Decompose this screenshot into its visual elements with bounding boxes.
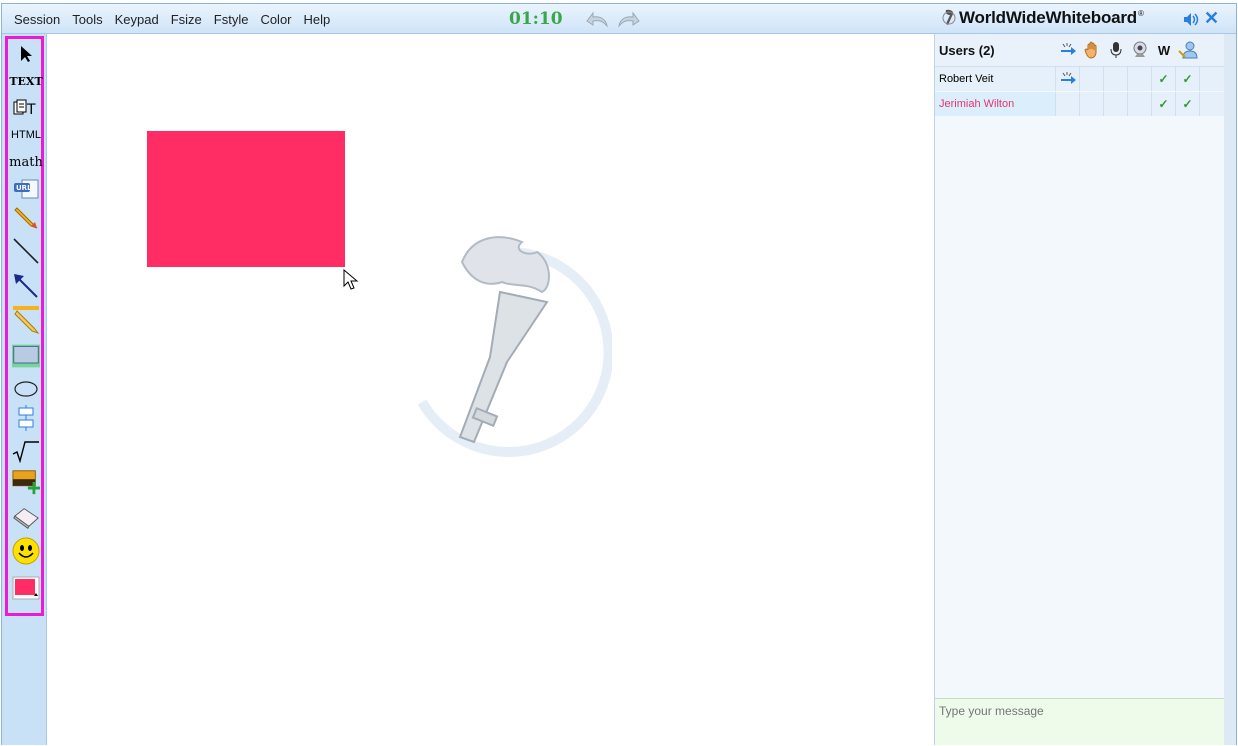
paste-text-tool[interactable]: T <box>12 95 40 121</box>
col-raise-hand <box>1080 34 1104 66</box>
highlighter-icon <box>13 306 40 335</box>
user-whiteboard-cell[interactable]: ✓ <box>1152 92 1176 116</box>
color-swatch-icon <box>12 576 40 600</box>
tool-palette: TEXT T HTML math URL <box>5 36 44 616</box>
chat-box <box>934 698 1224 746</box>
users-header: Users (2) W <box>935 34 1224 67</box>
eraser-icon <box>13 508 39 529</box>
user-hand-cell <box>1080 67 1104 91</box>
user-webcam-cell <box>1128 67 1152 91</box>
align-icon <box>18 405 34 431</box>
user-whiteboard-cell[interactable]: ✓ <box>1152 67 1176 91</box>
add-image-icon <box>12 470 40 495</box>
user-mic-cell <box>1104 92 1128 116</box>
menu-color[interactable]: Color <box>254 12 297 27</box>
raised-hand-icon <box>1084 41 1097 59</box>
webcam-icon <box>1133 41 1147 57</box>
align-tool[interactable] <box>12 405 40 431</box>
arrow-pointer-icon <box>21 46 32 62</box>
user-share-icon <box>1178 41 1198 59</box>
app-window: Session Tools Keypad Fsize Fstyle Color … <box>1 3 1237 746</box>
user-mic-cell <box>1104 67 1128 91</box>
color-picker[interactable] <box>12 575 40 601</box>
user-row[interactable]: Robert Veit ✓ ✓ <box>935 67 1224 91</box>
menu-help[interactable]: Help <box>298 12 337 27</box>
menu-fstyle[interactable]: Fstyle <box>208 12 255 27</box>
menu-keypad[interactable]: Keypad <box>109 12 165 27</box>
smiley-tool[interactable] <box>12 537 40 565</box>
pencil-icon <box>14 206 38 229</box>
col-point <box>1056 34 1080 66</box>
pointing-hand-icon <box>1061 43 1076 55</box>
undo-icon[interactable] <box>584 9 610 29</box>
mouse-cursor-icon <box>343 269 359 290</box>
col-whiteboard: W <box>1157 42 1171 58</box>
text-tool-label: TEXT <box>9 74 43 88</box>
session-timer: 01:10 <box>509 9 563 29</box>
menu-session[interactable]: Session <box>2 12 66 27</box>
redo-icon[interactable] <box>616 9 642 29</box>
rectangle-icon <box>12 344 40 368</box>
col-screen-share <box>1176 34 1200 66</box>
paste-text-icon: T <box>13 99 36 117</box>
html-tool-label: HTML <box>11 129 41 141</box>
microphone-icon <box>1110 42 1122 58</box>
user-share-cell[interactable]: ✓ <box>1176 92 1200 116</box>
url-icon: URL <box>14 179 39 199</box>
rectangle-tool[interactable] <box>12 343 40 369</box>
drawn-rectangle[interactable] <box>147 131 345 267</box>
user-point-cell <box>1056 67 1080 91</box>
select-tool[interactable] <box>12 41 40 67</box>
html-tool[interactable]: HTML <box>11 122 41 148</box>
ellipse-icon <box>14 381 38 397</box>
smiley-icon <box>12 537 40 565</box>
math-tool[interactable]: math <box>9 149 43 175</box>
menu-fsize[interactable]: Fsize <box>165 12 208 27</box>
close-icon[interactable]: ✕ <box>1204 9 1220 27</box>
speaker-icon[interactable] <box>1183 12 1200 27</box>
chat-message-input[interactable] <box>937 702 1223 746</box>
whiteboard-canvas[interactable] <box>47 34 934 745</box>
line-icon <box>13 238 39 264</box>
svg-text:T: T <box>26 102 36 117</box>
pointing-hand-icon <box>1060 72 1076 84</box>
top-bar: Session Tools Keypad Fsize Fstyle Color … <box>2 4 1236 34</box>
users-title: Users (2) <box>939 42 995 58</box>
col-microphone <box>1104 34 1128 66</box>
torch-watermark-icon <box>417 236 612 457</box>
user-share-cell[interactable]: ✓ <box>1176 67 1200 91</box>
square-root-icon <box>12 441 39 463</box>
brand-name-text: WorldWideWhiteboard <box>959 8 1137 27</box>
user-hand-cell <box>1080 92 1104 116</box>
url-tool[interactable]: URL <box>12 176 40 202</box>
eraser-tool[interactable] <box>12 505 40 531</box>
menu-bar: Session Tools Keypad Fsize Fstyle Color … <box>2 4 336 34</box>
user-row[interactable]: Jerimiah Wilton ✓ ✓ <box>935 92 1224 116</box>
arrow-tool[interactable] <box>12 273 40 299</box>
add-image-tool[interactable] <box>12 469 40 495</box>
line-tool[interactable] <box>12 238 40 264</box>
user-webcam-cell <box>1128 92 1152 116</box>
ellipse-tool[interactable] <box>12 376 40 402</box>
user-name: Robert Veit <box>935 67 1056 91</box>
arrow-line-icon <box>14 274 38 298</box>
sqrt-tool[interactable] <box>12 438 40 464</box>
brand-name: WorldWideWhiteboard® <box>959 8 1144 28</box>
menu-tools[interactable]: Tools <box>66 12 108 27</box>
user-name: Jerimiah Wilton <box>935 92 1056 116</box>
pencil-tool[interactable] <box>12 204 40 230</box>
users-panel: Users (2) W Robert Veit ✓ ✓ Jerimiah Wil… <box>934 34 1225 698</box>
user-point-cell <box>1056 92 1080 116</box>
svg-text:URL: URL <box>16 184 32 192</box>
col-webcam <box>1128 34 1152 66</box>
math-tool-label: math <box>9 154 43 170</box>
highlighter-tool[interactable] <box>12 306 40 335</box>
brand: WorldWideWhiteboard® <box>942 8 1144 28</box>
right-scroll-edge <box>1224 34 1236 745</box>
brand-registered: ® <box>1138 9 1144 19</box>
text-tool[interactable]: TEXT <box>9 68 43 94</box>
torch-logo-icon <box>942 9 956 25</box>
